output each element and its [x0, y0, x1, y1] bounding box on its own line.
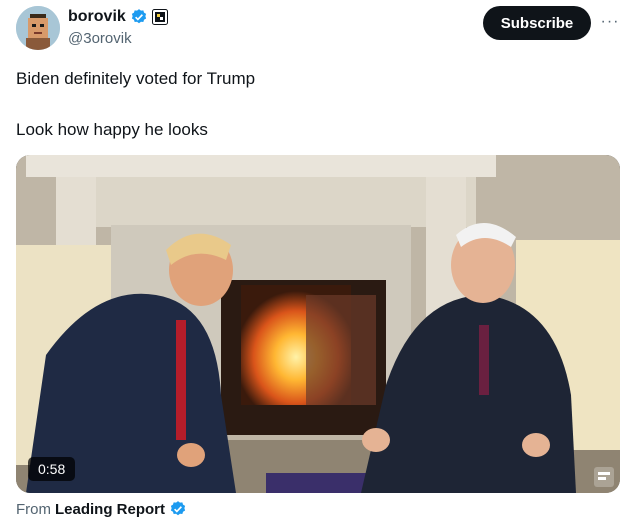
tweet-line: Biden definitely voted for Trump: [16, 69, 256, 88]
video-frame: [16, 155, 620, 493]
author-handle[interactable]: @3orovik: [68, 30, 132, 47]
video-player[interactable]: 0:58: [16, 155, 620, 493]
network-logo-icon: [594, 467, 614, 487]
subscribe-button[interactable]: Subscribe: [483, 6, 591, 40]
tweet-text: Biden definitely voted for Trump Look ho…: [16, 66, 255, 142]
avatar[interactable]: [16, 6, 60, 50]
verified-badge-icon: [131, 9, 146, 24]
tweet-header: borovik @3orovik Subscribe ···: [16, 6, 620, 52]
more-options-icon[interactable]: ···: [598, 10, 622, 34]
affiliate-label-icon: [151, 9, 168, 25]
name-row: borovik: [68, 8, 168, 26]
source-attribution: From Leading Report: [16, 500, 187, 518]
tweet-line: Look how happy he looks: [16, 120, 208, 139]
source-name-link[interactable]: Leading Report: [55, 501, 165, 518]
display-name[interactable]: borovik: [68, 8, 126, 26]
source-prefix: From: [16, 500, 51, 518]
video-duration: 0:58: [28, 457, 76, 481]
verified-badge-icon: [170, 501, 186, 516]
